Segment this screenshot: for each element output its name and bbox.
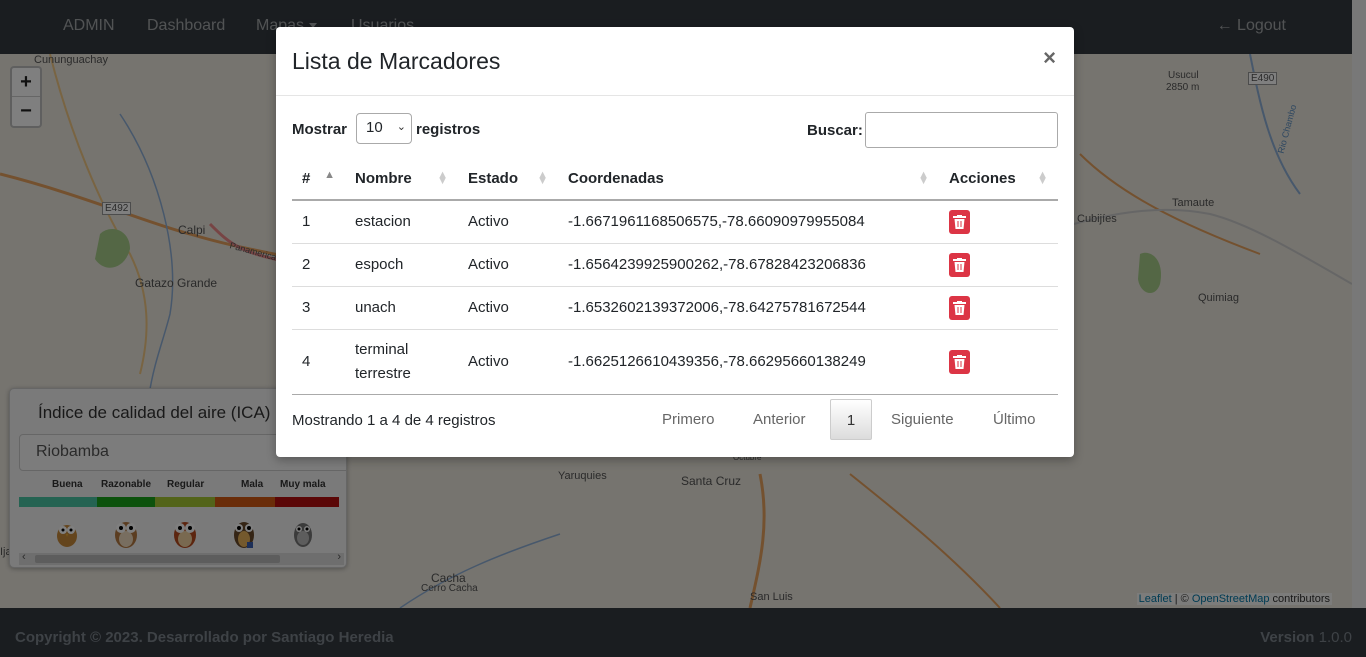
cell-actions: [939, 285, 1058, 329]
sort-icon: ▲ ▼: [537, 169, 548, 187]
col-status-label: Estado: [468, 170, 519, 187]
col-name-label: Nombre: [355, 170, 412, 187]
cell-id: 2: [292, 242, 345, 286]
sort-asc-icon: ▲: [324, 169, 335, 181]
length-label: Mostrar: [292, 121, 348, 138]
modal-header: Lista de Marcadores ×: [276, 27, 1074, 96]
cell-status: Activo: [458, 242, 558, 286]
trash-icon: [953, 257, 966, 272]
cell-coords: -1.6532602139372006,-78.64275781672544: [558, 285, 939, 329]
page-last-button[interactable]: Último: [993, 399, 1036, 440]
page-length-value: 10: [366, 119, 383, 136]
table-row: 4 terminal terrestre Activo -1.662512661…: [292, 328, 1058, 394]
cell-id: 3: [292, 285, 345, 329]
table-row: 2 espoch Activo -1.6564239925900262,-78.…: [292, 242, 1058, 286]
cell-status: Activo: [458, 328, 558, 394]
page-next-button[interactable]: Siguiente: [891, 399, 954, 440]
cell-id: 1: [292, 199, 345, 243]
delete-button[interactable]: [949, 209, 970, 234]
close-icon[interactable]: ×: [1043, 45, 1056, 71]
cell-name: estacion: [345, 199, 458, 243]
cell-name: terminal terrestre: [345, 328, 458, 394]
delete-button[interactable]: [949, 252, 970, 277]
delete-button[interactable]: [949, 349, 970, 374]
cell-id: 4: [292, 328, 345, 394]
delete-button[interactable]: [949, 295, 970, 320]
col-id-header[interactable]: # ▲: [292, 158, 345, 201]
trash-icon: [953, 354, 966, 369]
search-label: Buscar:: [807, 122, 863, 139]
sort-icon: ▲ ▼: [918, 169, 929, 187]
cell-coords: -1.6625126610439356,-78.66295660138249: [558, 328, 939, 394]
cell-name: espoch: [345, 242, 458, 286]
cell-status: Activo: [458, 285, 558, 329]
cell-status: Activo: [458, 199, 558, 243]
chevron-down-icon: ⌄: [396, 121, 406, 133]
table-header-row: # ▲ Nombre ▲ ▼ Estado ▲ ▼ Coordenadas ▲ ▼ Accio…: [292, 158, 1058, 201]
table-info: Mostrando 1 a 4 de 4 registros: [292, 412, 496, 429]
table-bottom-border: [292, 394, 1058, 395]
col-id-label: #: [302, 170, 311, 187]
sort-icon: ▲ ▼: [437, 169, 448, 187]
search-input[interactable]: [865, 112, 1058, 148]
cell-actions: [939, 328, 1058, 394]
page-length-select[interactable]: 10 ⌄: [356, 113, 412, 144]
cell-name: unach: [345, 285, 458, 329]
col-coords-header[interactable]: Coordenadas ▲ ▼: [558, 158, 939, 201]
cell-coords: -1.6564239925900262,-78.67828423206836: [558, 242, 939, 286]
col-actions-label: Acciones: [949, 170, 1016, 187]
length-suffix: registros: [416, 121, 481, 138]
markers-modal: Lista de Marcadores × Mostrar 10 ⌄ regist…: [276, 27, 1074, 457]
col-actions-header[interactable]: Acciones ▲ ▼: [939, 158, 1058, 201]
page-prev-button[interactable]: Anterior: [753, 399, 806, 440]
cell-actions: [939, 199, 1058, 243]
cell-coords: -1.6671961168506575,-78.66090979955084: [558, 199, 939, 243]
col-coords-label: Coordenadas: [568, 170, 664, 187]
cell-actions: [939, 242, 1058, 286]
trash-icon: [953, 214, 966, 229]
trash-icon: [953, 300, 966, 315]
table-row: 1 estacion Activo -1.6671961168506575,-7…: [292, 199, 1058, 243]
page-current-button[interactable]: 1: [830, 399, 872, 440]
page-first-button[interactable]: Primero: [662, 399, 715, 440]
markers-table: # ▲ Nombre ▲ ▼ Estado ▲ ▼ Coordenadas ▲ ▼ Accio…: [292, 158, 1058, 394]
modal-title: Lista de Marcadores: [292, 48, 501, 74]
col-name-header[interactable]: Nombre ▲ ▼: [345, 158, 458, 201]
sort-icon: ▲ ▼: [1037, 169, 1048, 187]
table-row: 3 unach Activo -1.6532602139372006,-78.6…: [292, 285, 1058, 329]
col-status-header[interactable]: Estado ▲ ▼: [458, 158, 558, 201]
